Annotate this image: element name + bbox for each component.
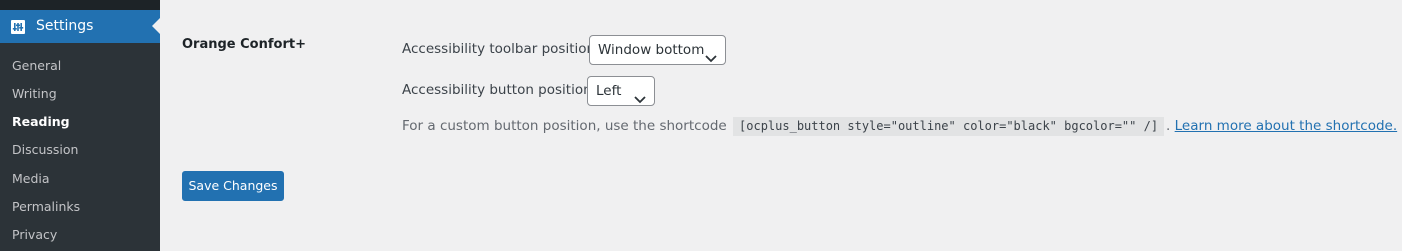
shortcode-help-text: For a custom button position, use the sh… bbox=[402, 117, 1397, 136]
section-title: Orange Confort+ bbox=[182, 37, 306, 52]
save-changes-button[interactable]: Save Changes bbox=[182, 171, 284, 201]
toolbar-position-value: Window bottom bbox=[598, 42, 705, 58]
submenu-item-reading[interactable]: Reading bbox=[12, 114, 70, 130]
submenu-item-discussion[interactable]: Discussion bbox=[12, 142, 78, 158]
submenu-item-permalinks[interactable]: Permalinks bbox=[12, 199, 80, 215]
settings-sliders-icon bbox=[11, 19, 25, 34]
submenu-item-writing[interactable]: Writing bbox=[12, 86, 57, 102]
menu-item-settings[interactable]: Settings bbox=[0, 10, 160, 43]
toolbar-position-select[interactable]: Window bottom bbox=[589, 35, 726, 65]
chevron-down-icon bbox=[634, 86, 646, 104]
button-position-select[interactable]: Left bbox=[587, 76, 655, 106]
submenu-item-general[interactable]: General bbox=[12, 58, 61, 74]
chevron-down-icon bbox=[705, 45, 717, 63]
shortcode-snippet: [ocplus_button style="outline" color="bl… bbox=[733, 117, 1165, 136]
help-prefix: For a custom button position, use the sh… bbox=[402, 118, 727, 134]
help-separator: . bbox=[1166, 118, 1171, 134]
toolbar-position-label: Accessibility toolbar position: bbox=[402, 41, 600, 57]
settings-submenu: General Writing Reading Discussion Media… bbox=[0, 43, 160, 251]
submenu-item-privacy[interactable]: Privacy bbox=[12, 227, 57, 243]
menu-item-settings-label: Settings bbox=[36, 18, 94, 34]
admin-sidebar: Settings General Writing Reading Discuss… bbox=[0, 0, 160, 251]
sidebar-top-strip bbox=[0, 0, 160, 10]
learn-more-link[interactable]: Learn more about the shortcode. bbox=[1175, 118, 1398, 134]
submenu-item-media[interactable]: Media bbox=[12, 171, 50, 187]
button-position-label: Accessibility button position: bbox=[402, 82, 597, 98]
button-position-value: Left bbox=[596, 83, 622, 99]
